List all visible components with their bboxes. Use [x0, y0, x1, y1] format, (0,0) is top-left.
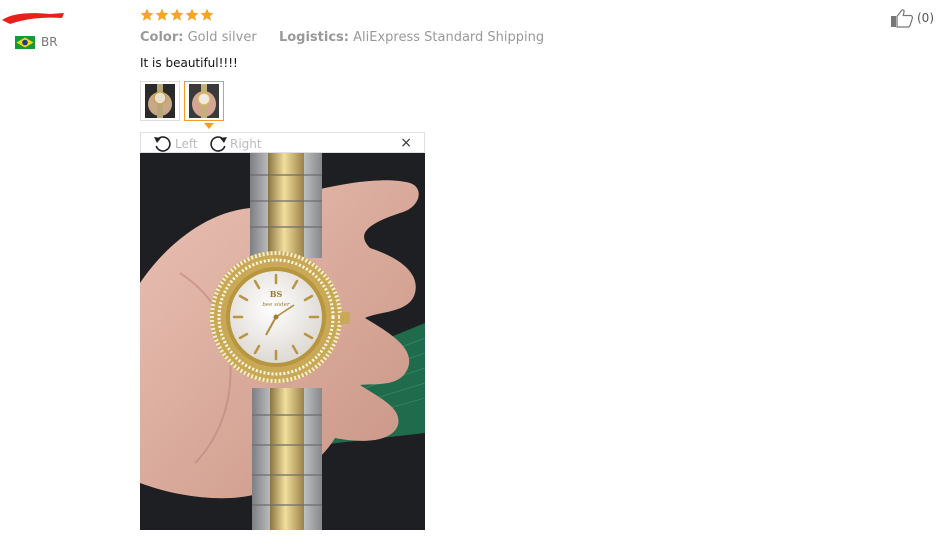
review-thumbnail-active[interactable] [184, 81, 224, 121]
country-code: BR [41, 35, 58, 49]
rotate-right-label: Right [230, 136, 262, 151]
svg-text:BS: BS [270, 289, 283, 299]
rotate-left-label: Left [175, 136, 198, 151]
star-icon [140, 8, 154, 21]
helpful-like-button[interactable]: (0) [890, 8, 934, 28]
helpful-count: (0) [917, 11, 934, 25]
image-viewer: Left Right × BS bee sister [140, 132, 425, 530]
rotate-right-icon [210, 136, 227, 152]
review-photo: BS bee sister [140, 153, 425, 530]
active-thumbnail-pointer [204, 123, 214, 129]
flag-brazil-icon [15, 35, 35, 49]
color-value: Gold silver [187, 30, 257, 45]
svg-text:bee sister: bee sister [262, 302, 290, 308]
star-rating [140, 8, 214, 22]
review-thumbnails [140, 81, 224, 121]
viewer-toolbar: Left Right × [140, 132, 425, 153]
thumbs-up-icon [891, 9, 914, 28]
review-thumbnail[interactable] [140, 81, 180, 121]
star-icon [200, 8, 214, 21]
logistics-label: Logistics: [278, 30, 349, 45]
review-meta: Color: Gold silver Logistics: AliExpress… [140, 30, 544, 45]
redacted-reviewer-name [2, 13, 64, 24]
color-label: Color: [140, 30, 184, 45]
close-icon[interactable]: × [400, 135, 412, 151]
watch-thumbnail-image [189, 84, 219, 118]
review-text: It is beautiful!!!! [140, 56, 238, 70]
rotate-left-button[interactable]: Left [153, 135, 198, 152]
rotate-right-button[interactable]: Right [208, 135, 262, 152]
rotate-left-icon [154, 136, 171, 152]
watch-thumbnail-image [145, 84, 175, 118]
reviewer-country: BR [15, 35, 58, 49]
star-icon [155, 8, 169, 21]
logistics-value: AliExpress Standard Shipping [353, 30, 545, 45]
star-icon [185, 8, 199, 21]
star-icon [170, 8, 184, 21]
